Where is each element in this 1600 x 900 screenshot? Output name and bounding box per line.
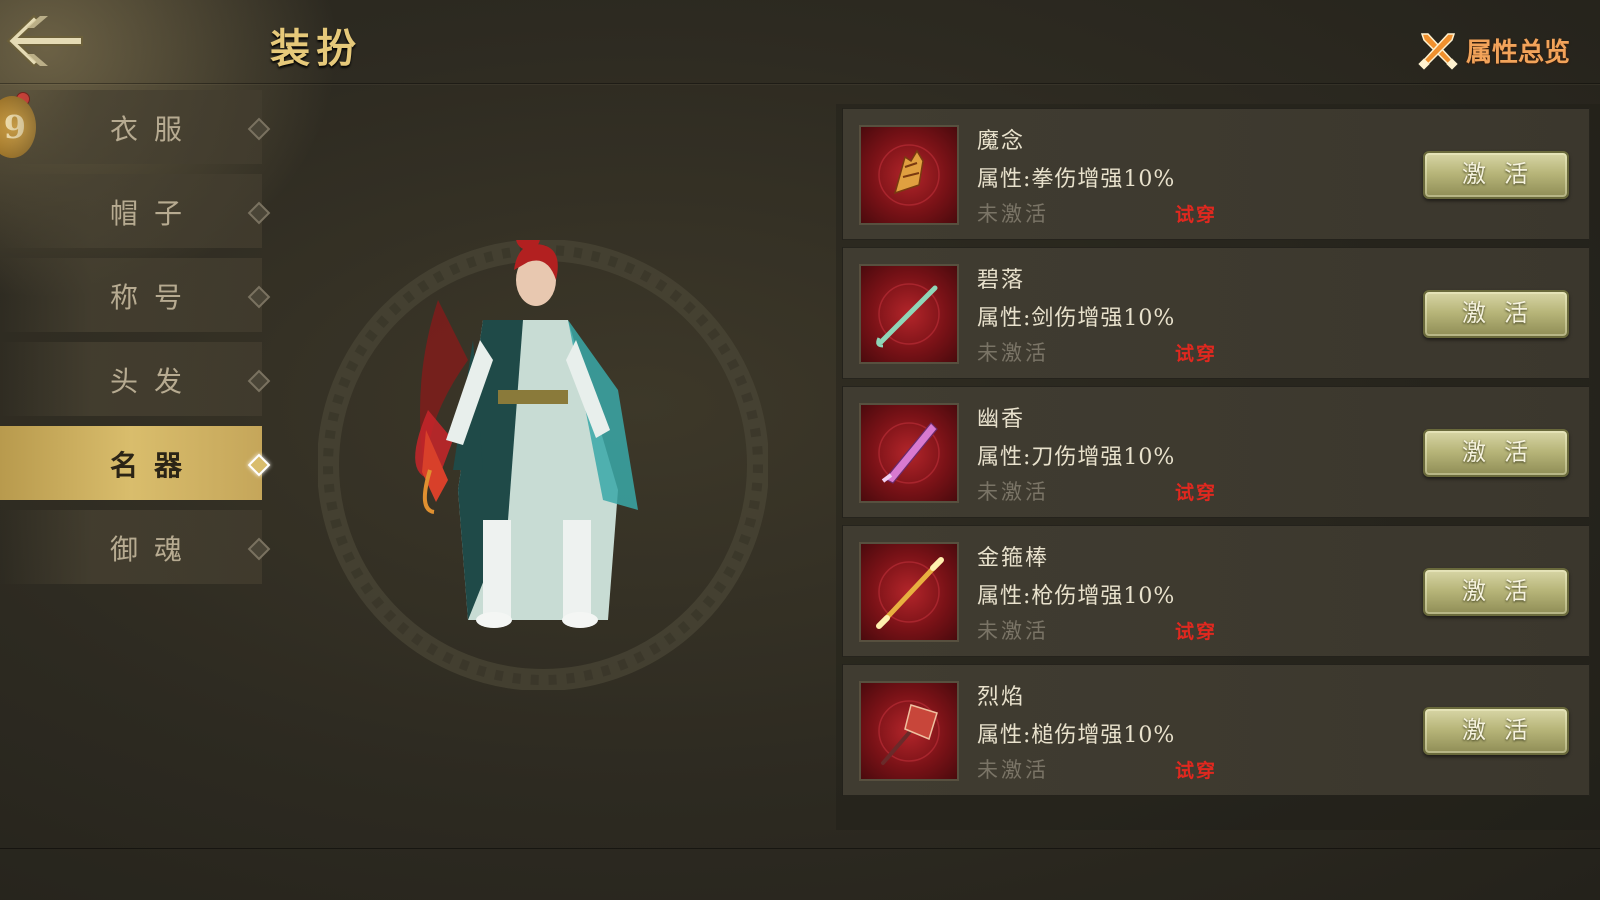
sidebar-item-label: 头发 — [110, 365, 199, 398]
list-item: 魔念 属性:拳伤增强10% 未激活 试穿 激活 — [842, 108, 1590, 240]
item-status: 未激活 — [977, 480, 1049, 504]
item-name: 烈焰 — [977, 685, 1026, 710]
list-item: 金箍棒 属性:枪伤增强10% 未激活 试穿 激活 — [842, 525, 1590, 657]
try-on-link[interactable]: 试穿 — [1175, 200, 1217, 227]
header: 装扮 属性总览 — [0, 0, 1600, 84]
diamond-icon — [247, 285, 271, 309]
divider — [0, 848, 1600, 849]
diamond-icon — [247, 201, 271, 225]
sword-icon[interactable] — [859, 264, 959, 364]
attribute-overview-label: 属性总览 — [1465, 37, 1570, 68]
list-item: 碧落 属性:剑伤增强10% 未激活 试穿 激活 — [842, 247, 1590, 379]
activate-button[interactable]: 激活 — [1423, 568, 1569, 616]
sidebar-item-label: 帽子 — [110, 197, 199, 230]
item-name: 幽香 — [977, 407, 1026, 432]
character-figure — [317, 217, 769, 691]
staff-icon[interactable] — [859, 542, 959, 642]
crossed-swords-icon — [1418, 33, 1458, 70]
item-status: 未激活 — [977, 202, 1049, 226]
item-attribute: 属性:剑伤增强10% — [977, 306, 1176, 331]
item-attribute: 属性:枪伤增强10% — [977, 584, 1176, 609]
activate-button[interactable]: 激活 — [1423, 429, 1569, 477]
sidebar-item-label: 名器 — [110, 449, 199, 482]
attribute-overview-button[interactable]: 属性总览 — [1418, 26, 1570, 74]
try-on-link[interactable]: 试穿 — [1175, 617, 1217, 644]
sidebar-item-label: 称号 — [110, 281, 199, 314]
try-on-link[interactable]: 试穿 — [1175, 756, 1217, 783]
item-name: 金箍棒 — [977, 546, 1050, 571]
sidebar-item-famous-weapons[interactable]: 名器 — [0, 426, 271, 500]
item-attribute: 属性:槌伤增强10% — [977, 723, 1176, 748]
sidebar-item-label: 衣服 — [110, 113, 199, 146]
item-attribute: 属性:刀伤增强10% — [977, 445, 1176, 470]
item-status: 未激活 — [977, 341, 1049, 365]
diamond-icon — [247, 537, 271, 561]
sidebar-item-hair[interactable]: 头发 — [0, 342, 271, 416]
sidebar-item-title[interactable]: 称号 — [0, 258, 271, 332]
hammer-icon[interactable] — [859, 681, 959, 781]
activate-button[interactable]: 激活 — [1423, 290, 1569, 338]
sidebar-item-hat[interactable]: 帽子 — [0, 174, 271, 248]
diamond-icon — [247, 453, 271, 477]
sidebar-item-soul[interactable]: 御魂 — [0, 510, 271, 584]
try-on-link[interactable]: 试穿 — [1175, 339, 1217, 366]
try-on-link[interactable]: 试穿 — [1175, 478, 1217, 505]
item-name: 魔念 — [977, 129, 1026, 154]
character-preview[interactable] — [317, 217, 769, 691]
back-button[interactable] — [4, 10, 86, 72]
activate-button[interactable]: 激活 — [1423, 151, 1569, 199]
claw-weapon-icon[interactable] — [859, 125, 959, 225]
list-item: 幽香 属性:刀伤增强10% 未激活 试穿 激活 — [842, 386, 1590, 518]
item-status: 未激活 — [977, 758, 1049, 782]
item-name: 碧落 — [977, 268, 1026, 293]
diamond-icon — [247, 369, 271, 393]
sidebar-item-label: 御魂 — [110, 533, 199, 566]
page-title: 装扮 — [270, 25, 362, 72]
sidebar-item-clothes[interactable]: 衣服 — [0, 90, 271, 164]
sidebar: 衣服 帽子 称号 头发 名器 御魂 — [0, 90, 271, 594]
diamond-icon — [247, 117, 271, 141]
back-arrow-icon — [6, 14, 83, 68]
list-item: 烈焰 属性:槌伤增强10% 未激活 试穿 激活 — [842, 664, 1590, 796]
weapon-list[interactable]: 魔念 属性:拳伤增强10% 未激活 试穿 激活 碧落 属性:剑伤增强10% 未激… — [836, 104, 1600, 830]
blade-icon[interactable] — [859, 403, 959, 503]
activate-button[interactable]: 激活 — [1423, 707, 1569, 755]
item-attribute: 属性:拳伤增强10% — [977, 167, 1176, 192]
item-status: 未激活 — [977, 619, 1049, 643]
